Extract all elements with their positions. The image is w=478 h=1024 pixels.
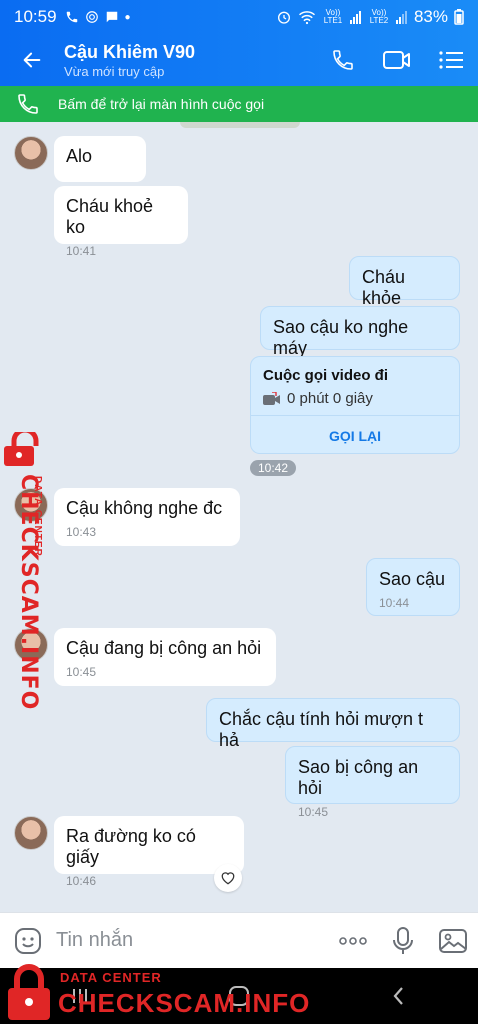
message-incoming[interactable]: Alo	[54, 136, 146, 182]
spiral-icon	[85, 11, 98, 23]
message-incoming[interactable]: Cậu đang bị công an hỏi 10:45	[54, 628, 276, 686]
video-call-card: Cuộc gọi video đi 0 phút 0 giây GỌI LẠI	[250, 356, 460, 454]
phone-call-icon	[66, 11, 77, 23]
signal1-icon	[349, 11, 361, 24]
contact-info[interactable]: Cậu Khiêm V90 Vừa mới truy cập	[64, 42, 316, 79]
video-call-button[interactable]	[370, 34, 424, 86]
top-bar: 10:59 ● Vo)) LTE1 Vo)) LTE2 83% Cậu Khiê…	[0, 0, 478, 86]
volte2-label: Vo)) LTE2	[369, 8, 389, 25]
react-button[interactable]	[214, 864, 242, 892]
status-right: Vo)) LTE1 Vo)) LTE2 83%	[276, 7, 464, 27]
voice-message-button[interactable]	[378, 913, 428, 969]
message-outgoing[interactable]: Sao bị công an hỏi 10:45	[285, 746, 460, 819]
menu-button[interactable]	[424, 34, 478, 86]
message-time: 10:45	[298, 805, 329, 819]
more-dots-icon	[339, 936, 367, 945]
message-time: 10:43	[66, 525, 97, 539]
watermark-bottom-text: CHECKSCAM.INFO	[58, 988, 311, 1018]
dot-icon: ●	[124, 11, 131, 23]
lock-icon	[8, 964, 50, 1020]
video-missed-icon	[263, 391, 280, 405]
message-time: 10:45	[66, 665, 97, 679]
back-button[interactable]	[0, 34, 64, 86]
message-incoming[interactable]: Cháu khoẻ ko 10:41	[54, 186, 188, 258]
avatar[interactable]	[14, 816, 48, 850]
emoji-icon	[15, 927, 41, 954]
image-button[interactable]	[428, 913, 478, 969]
call-back-button[interactable]: GỌI LẠI	[251, 415, 459, 453]
message-input-bar: Tin nhắn	[0, 912, 478, 968]
video-call-duration: 0 phút 0 giây	[287, 390, 373, 407]
lock-icon	[4, 432, 39, 466]
signal2-icon	[395, 11, 407, 24]
avatar[interactable]	[14, 136, 48, 170]
battery-icon	[454, 9, 464, 25]
input-actions	[328, 913, 478, 969]
chevron-left-icon	[393, 987, 404, 1005]
message-text: Sao cậu	[379, 569, 446, 589]
phone-icon	[14, 92, 42, 116]
message-outgoing[interactable]: Chắc cậu tính hỏi mượn t hả	[206, 698, 460, 750]
image-icon	[439, 928, 467, 953]
message-time: 10:44	[379, 596, 410, 610]
previous-item-edge	[180, 122, 300, 128]
emoji-button[interactable]	[0, 927, 56, 955]
alarm-icon	[277, 11, 290, 24]
return-to-call-bar[interactable]: Bấm để trở lại màn hình cuộc gọi	[0, 86, 478, 122]
message-text: Cậu đang bị công an hỏi	[66, 638, 262, 658]
arrow-left-icon	[23, 52, 41, 68]
message-incoming[interactable]: Cậu không nghe đc 10:43	[54, 488, 240, 546]
watermark-side-text: CHECKSCAM.INFO	[16, 474, 41, 711]
phone-icon	[333, 50, 353, 70]
video-call-info: Cuộc gọi video đi 0 phút 0 giây	[251, 357, 459, 415]
voice-call-button[interactable]	[316, 34, 370, 86]
header-actions	[316, 34, 478, 86]
contact-status: Vừa mới truy cập	[64, 63, 165, 79]
video-call-duration-row: 0 phút 0 giây	[263, 390, 447, 407]
video-call-title: Cuộc gọi video đi	[263, 367, 389, 384]
message-text: Sao bị công an hỏi	[298, 757, 419, 798]
message-input[interactable]: Tin nhắn	[56, 929, 328, 952]
watermark-bottom: DATA CENTER CHECKSCAM.INFO	[0, 962, 309, 1024]
more-button[interactable]	[328, 913, 378, 969]
message-text: Sao cậu ko nghe máy	[273, 317, 409, 358]
status-bar: 10:59 ● Vo)) LTE1 Vo)) LTE2 83%	[0, 0, 478, 34]
callbar-text: Bấm để trở lại màn hình cuộc gọi	[58, 96, 265, 112]
heart-icon	[221, 872, 235, 885]
message-outgoing[interactable]: Sao cậu ko nghe máy	[260, 306, 460, 358]
status-time: 10:59	[14, 7, 57, 26]
message-list[interactable]: Alo Cháu khoẻ ko 10:41 Cháu khỏe Sao cậu…	[0, 122, 478, 912]
message-outgoing[interactable]: Sao cậu 10:44	[366, 558, 460, 616]
list-menu-icon	[439, 51, 463, 69]
message-icon	[106, 11, 117, 23]
message-text: Chắc cậu tính hỏi mượn t hả	[219, 709, 423, 750]
watermark-bottom-small: DATA CENTER	[60, 970, 162, 985]
wifi-icon	[298, 11, 315, 25]
message-text: Cháu khoẻ ko	[66, 196, 154, 237]
time-chip: 10:42	[250, 460, 296, 476]
message-text: Cậu không nghe đc	[66, 498, 223, 518]
message-time: 10:41	[66, 244, 97, 258]
chat-header: Cậu Khiêm V90 Vừa mới truy cập	[0, 34, 478, 86]
video-camera-icon	[383, 51, 410, 69]
message-text: Ra đường ko có giấy	[66, 826, 196, 867]
contact-name: Cậu Khiêm V90	[64, 41, 196, 62]
message-outgoing[interactable]: Cháu khỏe	[349, 256, 460, 308]
message-incoming[interactable]: Ra đường ko có giấy 10:46	[54, 816, 244, 888]
message-text: Alo	[66, 146, 93, 166]
message-text: Cháu khỏe	[362, 267, 406, 308]
volte1-label: Vo)) LTE1	[323, 8, 343, 25]
watermark-side: DATA CENTER CHECKSCAM.INFO	[2, 432, 50, 710]
battery-percent: 83%	[413, 7, 448, 26]
back-nav-button[interactable]	[368, 985, 428, 1007]
status-notification-icons: ●	[65, 10, 131, 24]
message-time: 10:46	[66, 874, 97, 888]
microphone-icon	[393, 926, 413, 954]
